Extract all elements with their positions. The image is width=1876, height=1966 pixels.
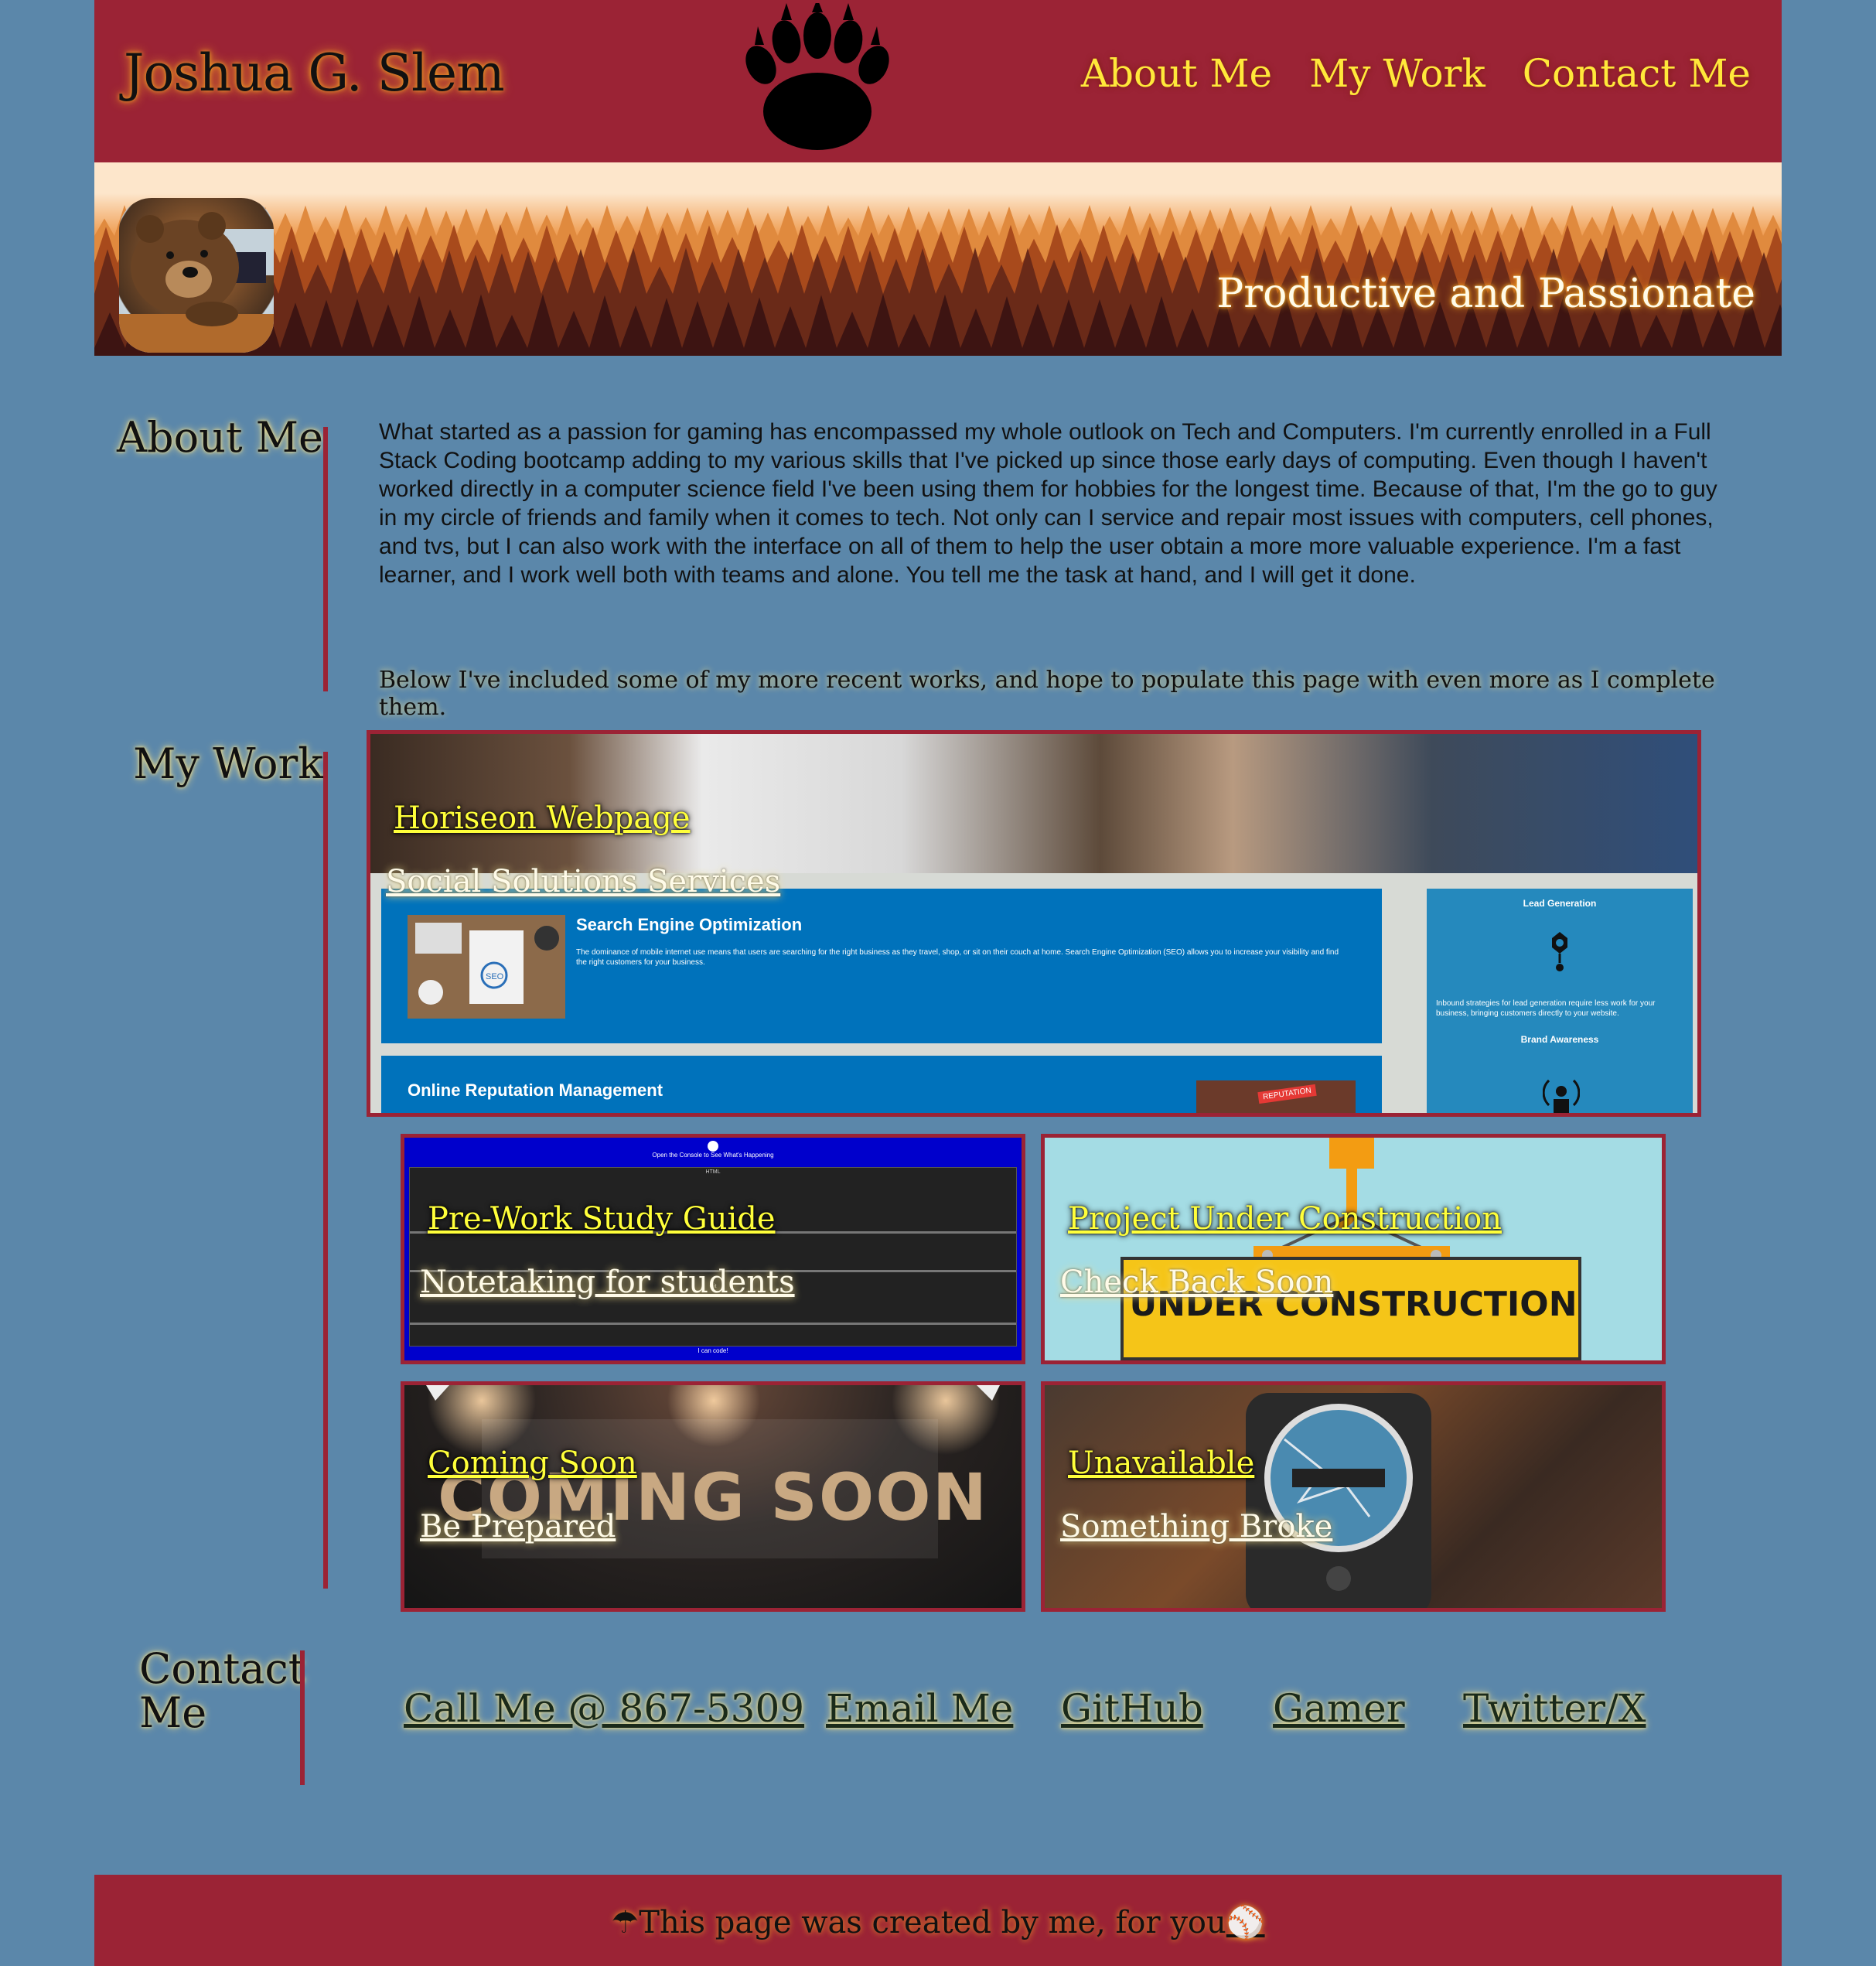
below-note: Below I've included some of my more rece… [379, 667, 1715, 721]
seo-title: Search Engine Optimization [576, 915, 803, 934]
avatar [119, 198, 274, 353]
card-subtitle: Be Prepared [420, 1509, 616, 1544]
umbrella-icon: ☂ [611, 1905, 640, 1940]
about-paragraph: What started as a passion for gaming has… [379, 419, 1717, 588]
contact-email-link[interactable]: Email Me [826, 1686, 1013, 1731]
brand-awareness-icon [1543, 1079, 1580, 1113]
reputation-image: REPUTATION [1196, 1080, 1356, 1113]
tagline: Productive and Passionate [1216, 271, 1755, 317]
reputation-badge: REPUTATION [1257, 1084, 1317, 1104]
work-title: My Work [133, 739, 323, 788]
card-title[interactable]: Horiseon Webpage [394, 800, 691, 836]
contact-title-line1: Contact [139, 1644, 305, 1693]
page: Joshua G. Slem About Me My Work Contact … [0, 0, 1876, 1966]
seo-text: The dominance of mobile internet use mea… [576, 948, 1339, 967]
prework-footer: I can code! [698, 1347, 728, 1354]
hero-banner: Productive and Passionate [94, 162, 1782, 356]
card-title[interactable]: Project Under Construction [1068, 1201, 1502, 1237]
contact-title: Contact Me [116, 1644, 305, 1737]
horiseon-sidebar: Lead Generation Inbound strategies for l… [1427, 889, 1693, 1113]
footer-text: This page was created by me, for you [639, 1905, 1226, 1940]
site-header: Joshua G. Slem About Me My Work Contact … [94, 0, 1782, 162]
prework-console-line: Open the Console to See What's Happening [652, 1152, 774, 1159]
nav-my-work[interactable]: My Work [1309, 51, 1485, 96]
contact-gamer-link[interactable]: Gamer [1273, 1686, 1405, 1731]
site-footer: ☂This page was created by me, for you⚾ [94, 1875, 1782, 1966]
card-subtitle: Social Solutions Services [386, 864, 781, 899]
lead-generation-icon [1552, 932, 1567, 971]
card-subtitle: Check Back Soon [1060, 1265, 1334, 1300]
contact-github-link[interactable]: GitHub [1061, 1686, 1203, 1731]
card-title[interactable]: Pre-Work Study Guide [428, 1201, 776, 1237]
lead-title: Lead Generation [1523, 898, 1597, 909]
work-divider [323, 752, 328, 1589]
nav-about-me[interactable]: About Me [1081, 51, 1272, 96]
lead-text: Inbound strategies for lead generation r… [1436, 999, 1656, 1018]
baseball-icon[interactable]: ⚾ [1226, 1905, 1265, 1940]
card-title[interactable]: Unavailable [1068, 1445, 1254, 1481]
card-subtitle: Notetaking for students [420, 1265, 795, 1300]
contact-twitter-link[interactable]: Twitter/X [1463, 1686, 1646, 1731]
broken-meter-illustration [1246, 1393, 1431, 1608]
about-title: About Me [117, 413, 323, 462]
brand-name: Joshua G. Slem [124, 43, 505, 103]
horiseon-seo-panel: SEO Search Engine Optimization The domin… [381, 889, 1382, 1043]
brand-title: Brand Awareness [1520, 1034, 1599, 1045]
work-card-construction[interactable]: UNDER CONSTRUCTION Project Under Constru… [1041, 1134, 1666, 1364]
work-card-prework[interactable]: Open the Console to See What's Happening… [401, 1134, 1025, 1364]
main-nav: About Me My Work Contact Me [1081, 51, 1751, 96]
orm-title: Online Reputation Management [408, 1080, 663, 1100]
nav-contact-me[interactable]: Contact Me [1523, 51, 1751, 96]
work-card-coming-soon[interactable]: COMING SOON Coming Soon Be Prepared [401, 1381, 1025, 1612]
seo-badge: SEO [486, 972, 504, 981]
work-card-unavailable[interactable]: Unavailable Something Broke [1041, 1381, 1666, 1612]
prework-html-label: HTML [705, 1169, 721, 1175]
prework-logo-icon [708, 1141, 718, 1152]
work-card-horiseon[interactable]: SEO Search Engine Optimization The domin… [367, 730, 1701, 1117]
prework-notes: HTML Git [409, 1167, 1017, 1347]
footer-text-row: ☂This page was created by me, for you⚾ [94, 1904, 1782, 1940]
seo-desk-image: SEO [408, 915, 565, 1019]
bear-paw-icon [745, 3, 889, 150]
crane-hook-illustration [1120, 1138, 1581, 1360]
forest-silhouette [94, 205, 1782, 356]
card-subtitle: Something Broke [1060, 1509, 1333, 1544]
card-title[interactable]: Coming Soon [428, 1445, 637, 1481]
about-divider [323, 427, 328, 691]
contact-divider [300, 1650, 305, 1785]
contact-phone-link[interactable]: Call Me @ 867-5309 [404, 1686, 804, 1731]
horiseon-screenshot: SEO Search Engine Optimization The domin… [370, 873, 1697, 1113]
prework-header: Open the Console to See What's Happening [404, 1138, 1022, 1166]
horiseon-orm-panel: Online Reputation Management REPUTATION [381, 1056, 1382, 1113]
contact-title-line2: Me [139, 1688, 207, 1737]
